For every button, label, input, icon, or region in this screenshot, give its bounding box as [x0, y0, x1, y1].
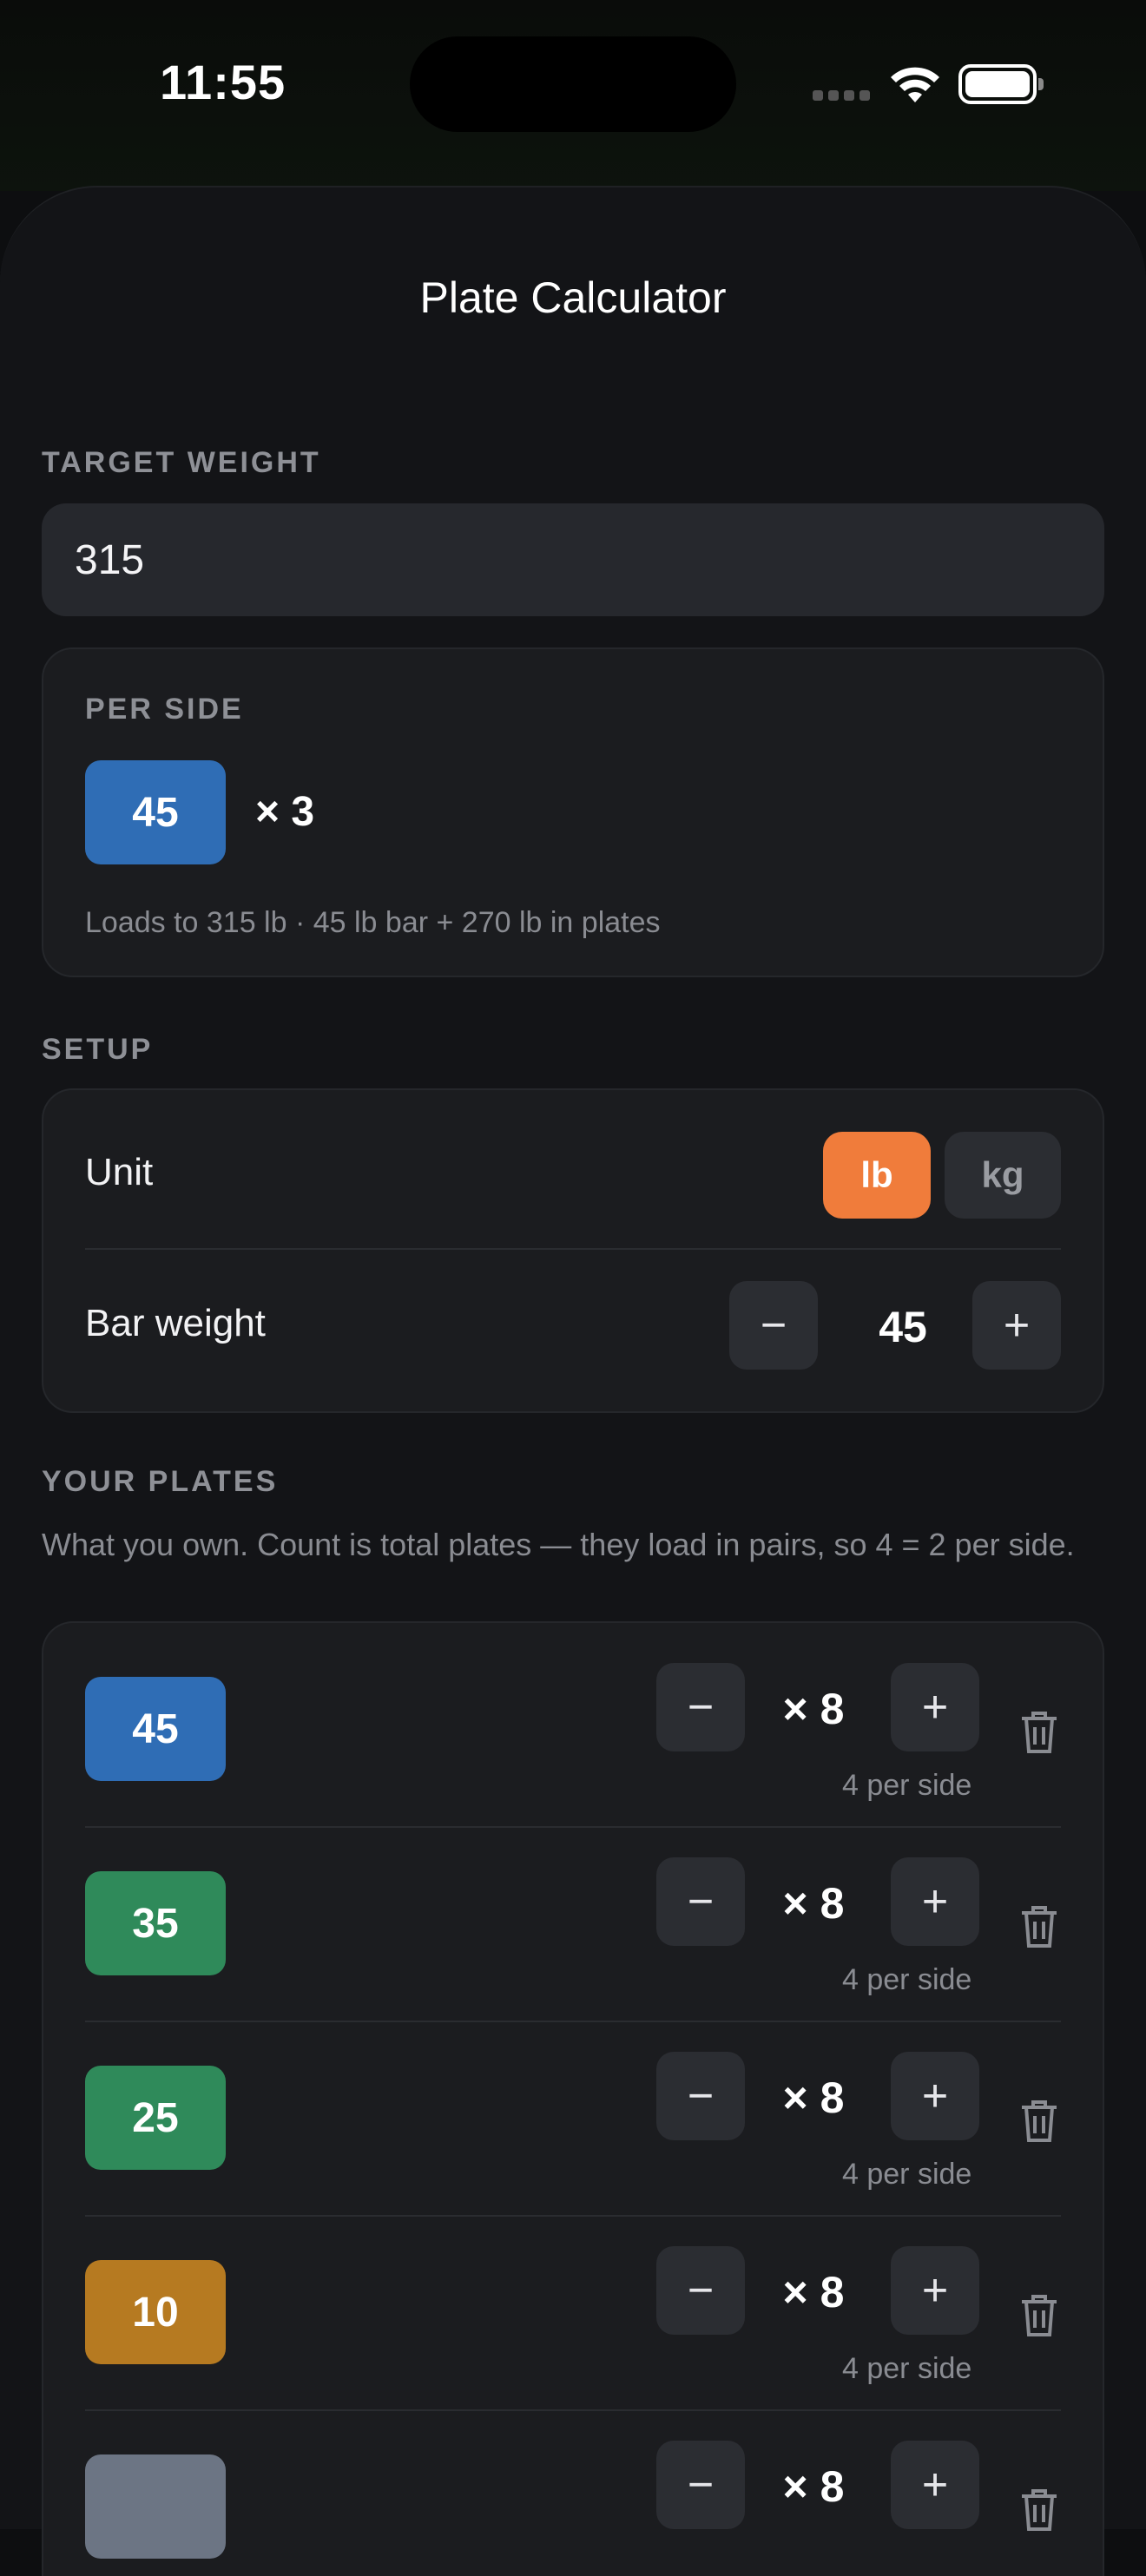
bar-weight-increment-button[interactable]: +	[972, 1281, 1061, 1370]
plate-per-side: 4 per side	[842, 1769, 972, 1802]
divider	[85, 1826, 1061, 1828]
sheet: Plate Calculator TARGET WEIGHT 315 PER S…	[0, 186, 1146, 2576]
plate-increment-button[interactable]: +	[891, 1857, 979, 1946]
plate-count: × 8	[782, 2073, 845, 2122]
target-weight-input[interactable]: 315	[42, 503, 1104, 616]
unit-kg-button[interactable]: kg	[945, 1132, 1061, 1219]
trash-icon[interactable]	[1019, 1710, 1059, 1755]
bar-weight-label: Bar weight	[85, 1302, 266, 1344]
battery-icon	[958, 64, 1044, 104]
plate-decrement-button[interactable]: −	[656, 2052, 745, 2140]
dynamic-island	[410, 36, 736, 132]
plate-count: × 8	[782, 1685, 845, 1733]
per-side-plate: 45	[85, 760, 226, 864]
unit-lb-button[interactable]: lb	[823, 1132, 931, 1219]
trash-icon[interactable]	[1019, 2487, 1059, 2533]
plate-increment-button[interactable]: +	[891, 2246, 979, 2335]
plate-badge: 10	[85, 2260, 226, 2364]
trash-icon[interactable]	[1019, 2293, 1059, 2338]
your-plates-description: What you own. Count is total plates — th…	[42, 1527, 1075, 1562]
plates-card: 45 − × 8 + 4 per side 35 − × 8 + 4 per s…	[42, 1621, 1104, 2576]
plate-decrement-button[interactable]: −	[656, 1663, 745, 1751]
status-time: 11:55	[160, 55, 286, 109]
divider	[85, 2021, 1061, 2022]
unit-label: Unit	[85, 1151, 154, 1193]
per-side-summary: Loads to 315 lb · 45 lb bar + 270 lb in …	[85, 906, 661, 939]
plate-badge	[85, 2454, 226, 2559]
plate-badge: 35	[85, 1871, 226, 1975]
plate-increment-button[interactable]: +	[891, 2441, 979, 2529]
plate-increment-button[interactable]: +	[891, 1663, 979, 1751]
plate-count: × 8	[782, 1879, 845, 1928]
setup-label: SETUP	[42, 1033, 154, 1066]
plate-per-side: 4 per side	[842, 1963, 972, 1996]
plate-decrement-button[interactable]: −	[656, 2441, 745, 2529]
plate-increment-button[interactable]: +	[891, 2052, 979, 2140]
plate-decrement-button[interactable]: −	[656, 1857, 745, 1946]
per-side-count: × 3	[255, 789, 315, 835]
bar-weight-value: 45	[879, 1303, 927, 1351]
status-bar: 11:55	[0, 0, 1146, 191]
target-weight-label: TARGET WEIGHT	[42, 446, 321, 479]
plate-count: × 8	[782, 2462, 845, 2511]
trash-icon[interactable]	[1019, 1904, 1059, 1949]
setup-card: Unit lb kg Bar weight − 45 +	[42, 1088, 1104, 1413]
plate-decrement-button[interactable]: −	[656, 2246, 745, 2335]
plate-per-side: 4 per side	[842, 2352, 972, 2385]
bar-weight-decrement-button[interactable]: −	[729, 1281, 818, 1370]
plate-badge: 45	[85, 1677, 226, 1781]
per-side-card: PER SIDE 45 × 3 Loads to 315 lb · 45 lb …	[42, 647, 1104, 977]
divider	[85, 1248, 1061, 1250]
your-plates-label: YOUR PLATES	[42, 1465, 279, 1498]
per-side-label: PER SIDE	[85, 693, 244, 726]
divider	[85, 2409, 1061, 2411]
divider	[85, 2215, 1061, 2217]
plate-badge: 25	[85, 2066, 226, 2170]
trash-icon[interactable]	[1019, 2099, 1059, 2144]
plate-per-side: 4 per side	[842, 2158, 972, 2191]
plate-count: × 8	[782, 2268, 845, 2316]
wifi-icon	[891, 67, 939, 102]
page-title: Plate Calculator	[419, 273, 727, 322]
cellular-signal-icon	[813, 90, 870, 101]
